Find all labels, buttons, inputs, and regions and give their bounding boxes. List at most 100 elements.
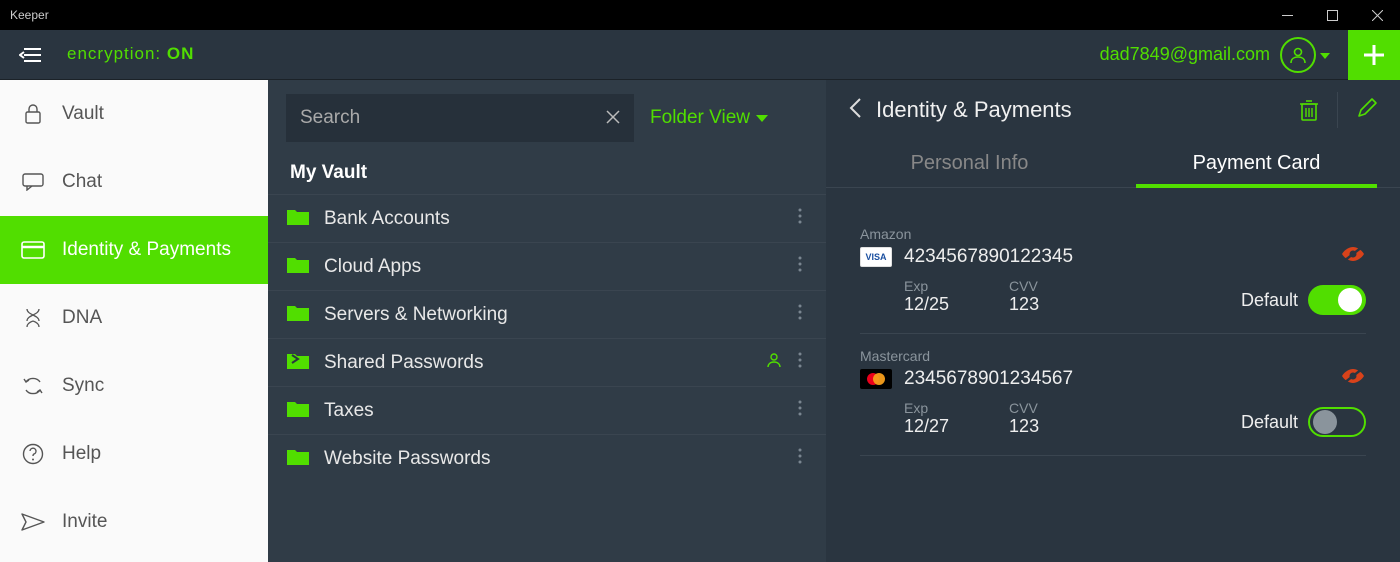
nav-item-identity-payments[interactable]: Identity & Payments bbox=[0, 216, 268, 284]
view-selector[interactable]: Folder View bbox=[650, 107, 808, 129]
nav-item-label: Sync bbox=[62, 375, 104, 397]
back-button[interactable] bbox=[848, 97, 862, 124]
reveal-button[interactable] bbox=[1340, 244, 1366, 269]
search-wrap bbox=[286, 94, 634, 142]
folder-icon bbox=[286, 255, 324, 279]
cvv-label: CVV bbox=[1009, 278, 1039, 294]
window-close-button[interactable] bbox=[1355, 0, 1400, 30]
view-selector-label: Folder View bbox=[650, 107, 750, 129]
exp-label: Exp bbox=[904, 400, 949, 416]
search-clear-button[interactable] bbox=[606, 108, 620, 129]
trash-icon bbox=[1299, 99, 1319, 121]
folder-item[interactable]: Cloud Apps bbox=[268, 242, 826, 290]
chat-icon bbox=[20, 173, 46, 191]
nav-item-label: Identity & Payments bbox=[62, 239, 231, 261]
vault-section-label: My Vault bbox=[268, 152, 826, 194]
folder-name: Bank Accounts bbox=[324, 208, 792, 230]
folder-item[interactable]: Bank Accounts bbox=[268, 194, 826, 242]
folder-overflow-button[interactable] bbox=[792, 400, 808, 422]
default-toggle[interactable] bbox=[1308, 285, 1366, 315]
more-icon bbox=[798, 448, 802, 464]
help-icon bbox=[20, 443, 46, 465]
folder-icon bbox=[286, 399, 324, 423]
nav-item-sync[interactable]: Sync bbox=[0, 352, 268, 420]
eye-off-icon bbox=[1340, 366, 1366, 386]
close-icon bbox=[606, 110, 620, 124]
nav-item-dna[interactable]: DNA bbox=[0, 284, 268, 352]
account-dropdown-caret[interactable] bbox=[1320, 46, 1330, 64]
person-icon bbox=[766, 352, 782, 368]
folder-overflow-button[interactable] bbox=[792, 208, 808, 230]
app-header: encryption: ON dad7849@gmail.com bbox=[0, 30, 1400, 80]
reveal-button[interactable] bbox=[1340, 366, 1366, 391]
search-input[interactable] bbox=[300, 107, 606, 129]
payment-card-row: Mastercard 2345678901234567 Exp12/27 CVV123… bbox=[860, 334, 1366, 456]
folder-item[interactable]: Shared Passwords bbox=[268, 338, 826, 386]
payment-card-row: AmazonVISA4234567890122345Exp12/25CVV123… bbox=[860, 212, 1366, 334]
nav-item-label: Invite bbox=[62, 511, 107, 533]
cvv-label: CVV bbox=[1009, 400, 1039, 416]
person-icon bbox=[1289, 46, 1307, 64]
folder-overflow-button[interactable] bbox=[792, 352, 808, 374]
default-toggle[interactable] bbox=[1308, 407, 1366, 437]
card-number: 4234567890122345 bbox=[904, 246, 1073, 268]
nav-item-help[interactable]: Help bbox=[0, 420, 268, 488]
visa-logo: VISA bbox=[860, 247, 892, 267]
chevron-down-icon bbox=[756, 115, 768, 122]
tab-payment-card[interactable]: Payment Card bbox=[1113, 140, 1400, 187]
card-name: Amazon bbox=[860, 226, 1241, 242]
default-label: Default bbox=[1241, 290, 1298, 311]
mastercard-logo bbox=[860, 369, 892, 389]
folder-item[interactable]: Servers & Networking bbox=[268, 290, 826, 338]
window-titlebar: Keeper bbox=[0, 0, 1400, 30]
plus-icon bbox=[1361, 42, 1387, 68]
window-maximize-button[interactable] bbox=[1310, 0, 1355, 30]
default-label: Default bbox=[1241, 412, 1298, 433]
card-number: 2345678901234567 bbox=[904, 368, 1073, 390]
exp-label: Exp bbox=[904, 278, 949, 294]
folder-item[interactable]: Website Passwords bbox=[268, 434, 826, 482]
folder-overflow-button[interactable] bbox=[792, 256, 808, 278]
folder-icon bbox=[286, 447, 324, 471]
nav-item-invite[interactable]: Invite bbox=[0, 488, 268, 556]
window-title: Keeper bbox=[10, 8, 1265, 22]
nav-item-vault[interactable]: Vault bbox=[0, 80, 268, 148]
sidebar-nav: Vault Chat Identity & Payments DNA Sync Help I… bbox=[0, 80, 268, 562]
folder-overflow-button[interactable] bbox=[792, 304, 808, 326]
shared-indicator bbox=[766, 352, 782, 374]
nav-item-label: Vault bbox=[62, 103, 104, 125]
nav-item-label: Help bbox=[62, 443, 101, 465]
card-cvv: 123 bbox=[1009, 294, 1039, 315]
window-minimize-button[interactable] bbox=[1265, 0, 1310, 30]
avatar-button[interactable] bbox=[1280, 37, 1316, 73]
card-name: Mastercard bbox=[860, 348, 1241, 364]
delete-button[interactable] bbox=[1281, 92, 1338, 128]
nav-item-label: DNA bbox=[62, 307, 102, 329]
more-icon bbox=[798, 304, 802, 320]
folder-name: Website Passwords bbox=[324, 448, 792, 470]
eye-off-icon bbox=[1340, 244, 1366, 264]
folder-item[interactable]: Taxes bbox=[268, 386, 826, 434]
card-exp: 12/27 bbox=[904, 416, 949, 437]
card-cvv: 123 bbox=[1009, 416, 1039, 437]
folder-name: Shared Passwords bbox=[324, 352, 766, 374]
menu-toggle-button[interactable] bbox=[15, 47, 45, 63]
encryption-status: encryption: ON bbox=[67, 44, 194, 65]
add-record-button[interactable] bbox=[1348, 30, 1400, 80]
lock-icon bbox=[20, 103, 46, 125]
chevron-left-icon bbox=[848, 97, 862, 119]
tab-personal-info[interactable]: Personal Info bbox=[826, 140, 1113, 187]
folder-overflow-button[interactable] bbox=[792, 448, 808, 470]
edit-button[interactable] bbox=[1338, 97, 1378, 124]
nav-item-chat[interactable]: Chat bbox=[0, 148, 268, 216]
folder-icon bbox=[286, 351, 324, 375]
folder-panel: Folder View My Vault Bank Accounts Cloud … bbox=[268, 80, 826, 562]
detail-title: Identity & Payments bbox=[876, 97, 1281, 123]
folder-name: Servers & Networking bbox=[324, 304, 792, 326]
detail-panel: Identity & Payments Personal InfoPayment… bbox=[826, 80, 1400, 562]
nav-item-label: Chat bbox=[62, 171, 102, 193]
folder-icon bbox=[286, 303, 324, 327]
more-icon bbox=[798, 208, 802, 224]
card-icon bbox=[20, 241, 46, 259]
more-icon bbox=[798, 400, 802, 416]
